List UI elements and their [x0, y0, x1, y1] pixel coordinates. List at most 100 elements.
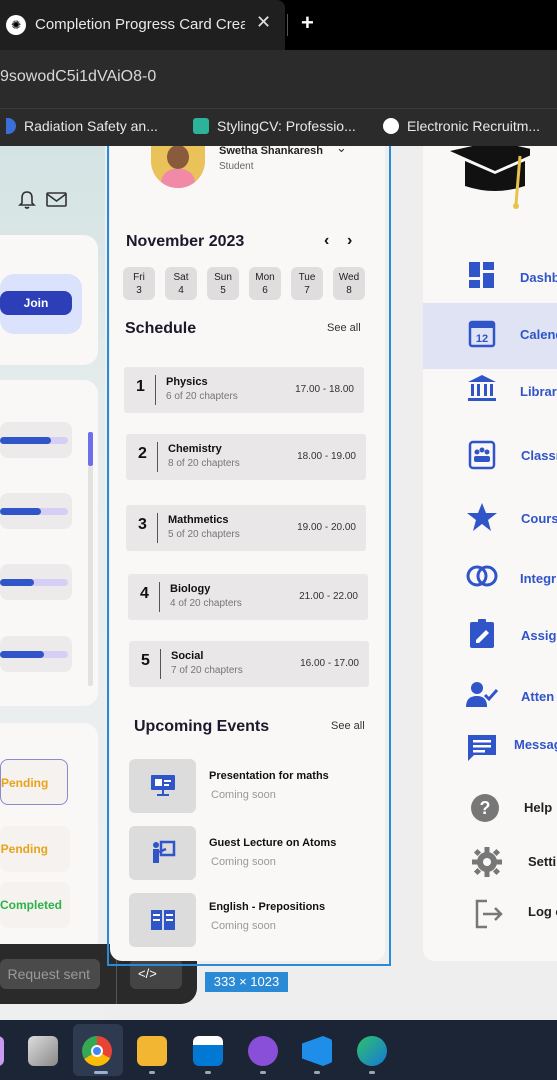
- lecturer-icon: [129, 826, 196, 880]
- url-text[interactable]: 9sowodC5i1dVAiO8-0: [0, 68, 156, 86]
- nav-item-help[interactable]: Help: [524, 800, 552, 815]
- event-status: Coming soon: [211, 856, 276, 868]
- chevron-left-icon[interactable]: ‹: [324, 232, 329, 250]
- running-indicator: [94, 1071, 108, 1074]
- chevron-right-icon[interactable]: ›: [347, 232, 352, 250]
- progress-fill: [0, 437, 51, 444]
- bookmark-item[interactable]: Electronic Recruitm...: [383, 118, 540, 134]
- nav-item-logout[interactable]: Log o: [528, 904, 557, 919]
- settings-icon: [472, 847, 502, 877]
- vscode-icon[interactable]: [302, 1036, 332, 1066]
- progress-track: [0, 508, 68, 515]
- assignment-icon: [470, 619, 494, 648]
- status-completed[interactable]: Completed: [0, 882, 70, 928]
- nav-item-library[interactable]: Librar: [520, 384, 557, 399]
- github-icon[interactable]: [248, 1036, 278, 1066]
- svg-text:12: 12: [476, 333, 488, 345]
- nav-item-courses[interactable]: Cours: [521, 511, 557, 526]
- file-explorer-icon[interactable]: [137, 1036, 167, 1066]
- calendar-day[interactable]: Fri 3: [123, 267, 155, 300]
- progress-track: [0, 579, 68, 586]
- nav-item-settings[interactable]: Setti: [528, 854, 556, 869]
- event-title[interactable]: English - Prepositions: [209, 901, 325, 913]
- stylingcv-icon: [193, 118, 209, 134]
- calendar-day[interactable]: Wed 8: [333, 267, 365, 300]
- bookmark-item[interactable]: StylingCV: Professio...: [193, 118, 356, 134]
- globe-icon: [383, 118, 399, 134]
- bookmark-item[interactable]: Radiation Safety an...: [6, 118, 158, 134]
- running-indicator: [260, 1071, 266, 1074]
- presentation-icon: [129, 759, 196, 813]
- user-role: Student: [219, 161, 254, 172]
- library-icon: [468, 375, 496, 401]
- nav-item-assignments[interactable]: Assign: [521, 628, 557, 643]
- help-icon: ?: [471, 794, 499, 822]
- events-title: Upcoming Events: [134, 718, 270, 735]
- scrollbar-track[interactable]: [88, 466, 93, 686]
- calendar-day[interactable]: Tue 7: [291, 267, 323, 300]
- schedule-item[interactable]: 3 Mathmetics 5 of 20 chapters 19.00 - 20…: [126, 505, 366, 551]
- chatgpt-favicon-icon: ✺: [6, 15, 26, 35]
- progress-fill: [0, 508, 41, 515]
- mail-icon[interactable]: [46, 192, 67, 207]
- schedule-see-all-link[interactable]: See all: [327, 322, 361, 334]
- bookmark-icon: [6, 118, 16, 134]
- schedule-item[interactable]: 2 Chemistry 8 of 20 chapters 18.00 - 19.…: [126, 434, 366, 480]
- app-icon[interactable]: [0, 1036, 4, 1066]
- event-status: Coming soon: [211, 920, 276, 932]
- event-title[interactable]: Guest Lecture on Atoms: [209, 837, 336, 849]
- nav-item-messages[interactable]: Messag: [514, 737, 557, 752]
- nav-item-classroom[interactable]: Classr: [521, 448, 557, 463]
- browser-tab-bar: ✺ Completion Progress Card Crea ✕ +: [0, 0, 557, 50]
- calendar-day[interactable]: Sun 5: [207, 267, 239, 300]
- status-pending[interactable]: Pending: [0, 759, 68, 805]
- nav-item-calendar[interactable]: Calend: [520, 327, 557, 342]
- avatar-body: [161, 169, 195, 188]
- graduation-cap-icon: [450, 146, 530, 209]
- progress-row: [0, 422, 72, 458]
- dashboard-icon: [469, 262, 494, 288]
- task-view-icon[interactable]: [28, 1036, 58, 1066]
- attendance-icon: [466, 682, 498, 707]
- bell-icon[interactable]: [18, 190, 36, 210]
- nav-item-attendance[interactable]: Atten: [521, 689, 554, 704]
- new-tab-button[interactable]: +: [301, 10, 314, 36]
- progress-track: [0, 437, 68, 444]
- avatar-face: [167, 146, 189, 169]
- events-see-all-link[interactable]: See all: [331, 720, 365, 732]
- request-sent-button[interactable]: Request sent: [0, 959, 100, 989]
- close-tab-icon[interactable]: ✕: [256, 12, 271, 33]
- progress-fill: [0, 651, 45, 658]
- address-bar[interactable]: 9sowodC5i1dVAiO8-0: [0, 50, 557, 108]
- event-title[interactable]: Presentation for maths: [209, 770, 329, 782]
- store-icon[interactable]: [193, 1036, 223, 1066]
- nav-item-dashboard[interactable]: Dashb: [520, 270, 557, 285]
- page-viewport: Join Pending Pending Completed Request s…: [0, 146, 557, 1020]
- running-indicator: [369, 1071, 375, 1074]
- chrome-icon-center: [91, 1045, 103, 1057]
- edge-icon[interactable]: [357, 1036, 387, 1066]
- dimension-badge: 333 × 1023: [205, 972, 288, 992]
- message-icon: [468, 735, 496, 761]
- calendar-day[interactable]: Sat 4: [165, 267, 197, 300]
- schedule-item[interactable]: 1 Physics 6 of 20 chapters 17.00 - 18.00: [124, 367, 364, 413]
- schedule-item[interactable]: 5 Social 7 of 20 chapters 16.00 - 17.00: [129, 641, 369, 687]
- star-icon: [467, 503, 497, 531]
- scrollbar-thumb[interactable]: [88, 432, 93, 466]
- chevron-down-icon[interactable]: ⌄: [336, 146, 347, 156]
- tab-separator: [287, 14, 288, 36]
- calendar-month: November 2023: [126, 233, 245, 250]
- calendar-day[interactable]: Mon 6: [249, 267, 281, 300]
- nav-item-integrations[interactable]: Integr: [520, 571, 556, 586]
- integration-icon: [466, 565, 498, 587]
- join-button[interactable]: Join: [0, 291, 72, 315]
- tab-title: Completion Progress Card Crea: [35, 16, 245, 33]
- taskbar: [0, 1020, 557, 1080]
- status-pending[interactable]: Pending: [0, 826, 70, 872]
- progress-fill: [0, 579, 34, 586]
- browser-tab[interactable]: ✺ Completion Progress Card Crea ✕: [0, 0, 285, 50]
- schedule-item[interactable]: 4 Biology 4 of 20 chapters 21.00 - 22.00: [128, 574, 368, 620]
- classroom-icon: [468, 440, 496, 470]
- user-name: Swetha Shankaresh: [219, 146, 323, 157]
- progress-row: [0, 636, 72, 672]
